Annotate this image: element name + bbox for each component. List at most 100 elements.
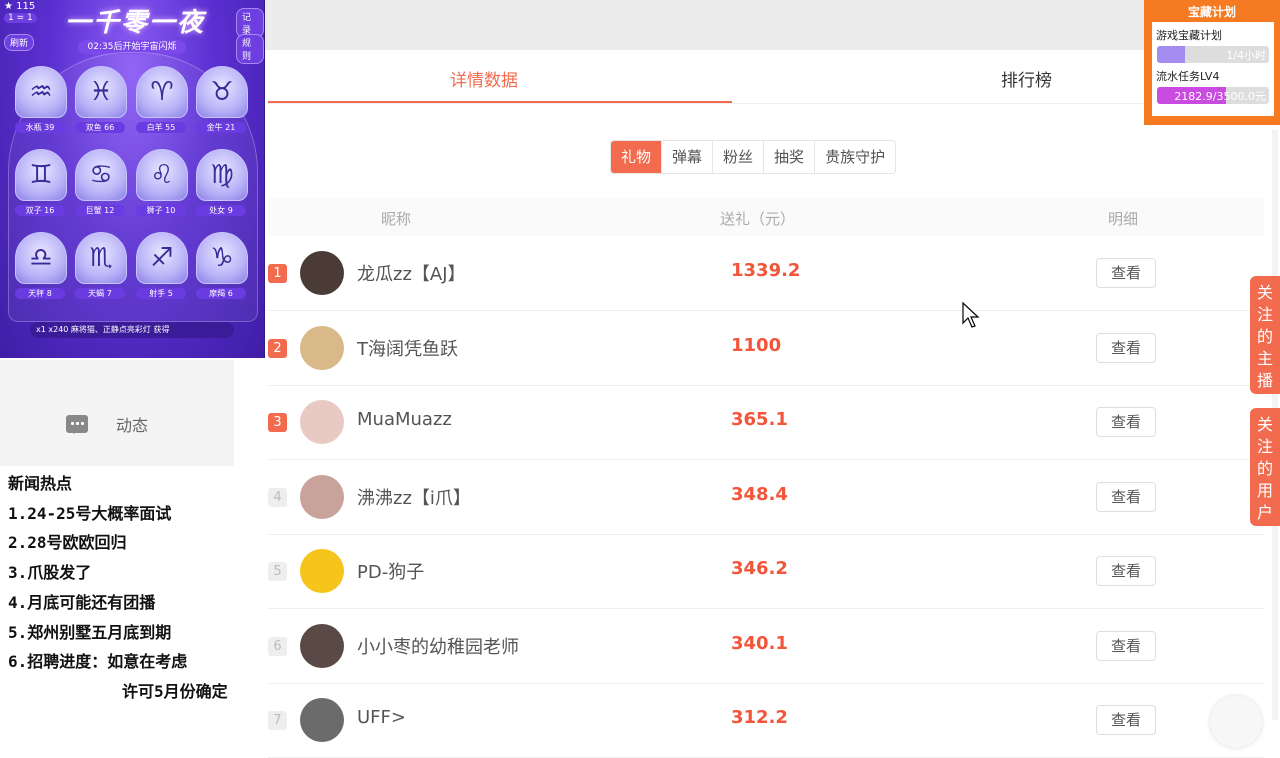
zodiac-item[interactable]: ♑ 摩羯 6 [196,232,248,302]
zodiac-label: 天蝎 7 [75,288,125,299]
top-strip [264,0,1150,50]
gift-amount: 312.2 [731,707,788,728]
scroll-top-button[interactable] [1210,696,1262,748]
zodiac-label: 摩羯 6 [196,288,246,299]
user-nickname[interactable]: 小小枣的幼稚园老师 [357,633,519,659]
user-nickname[interactable]: MuaMuazz [357,409,452,430]
promo-count: ★ 115 [4,1,36,12]
user-nickname[interactable]: UFF> [357,707,406,728]
zodiac-label: 狮子 10 [136,205,186,216]
zodiac-item[interactable]: ♐ 射手 5 [136,232,188,302]
avatar[interactable] [300,400,344,444]
zodiac-icon: ♍ [196,149,248,201]
gift-amount: 365.1 [731,409,788,430]
promo-banner[interactable]: ★ 115 1 = 1 一千零一夜 记录 刷新 规则 02:35后开始宇宙闪烁 … [0,0,265,358]
rank-badge: 3 [268,413,287,432]
tab-ranking[interactable]: 排行榜 [1001,66,1052,91]
avatar[interactable] [300,251,344,295]
rank-badge: 5 [268,562,287,581]
filter-danmaku[interactable]: 弹幕 [662,141,714,173]
followed-users-label: 关注的用户 [1256,415,1273,522]
table-row: 2 T海阔凭鱼跃 1100 查看 [268,311,1264,386]
zodiac-icon: ♒ [15,66,67,118]
zodiac-item[interactable]: ♎ 天秤 8 [15,232,67,302]
zodiac-icon: ♋ [75,149,127,201]
zodiac-icon: ♊ [15,149,67,201]
zodiac-icon: ♈ [136,66,188,118]
zodiac-icon: ♏ [75,232,127,284]
table-row: 7 UFF> 312.2 查看 [268,683,1264,758]
news-title: 新闻热点 [8,474,73,493]
table-row: 4 沸沸zz【i爪】 348.4 查看 [268,460,1264,535]
view-detail-button[interactable]: 查看 [1096,556,1156,586]
table-row: 5 PD-狗子 346.2 查看 [268,534,1264,609]
promo-rules-button[interactable]: 规则 [236,34,264,64]
followed-anchors-button[interactable]: 关注的主播 [1250,276,1280,394]
view-detail-button[interactable]: 查看 [1096,705,1156,735]
zodiac-item[interactable]: ♊ 双子 16 [15,149,67,219]
header-detail: 明细 [1108,210,1139,228]
gift-amount: 1339.2 [731,260,801,281]
followed-users-button[interactable]: 关注的用户 [1250,408,1280,526]
zodiac-item[interactable]: ♍ 处女 9 [196,149,248,219]
zodiac-icon: ♑ [196,232,248,284]
news-item: 6.招聘进度：如意在考虑 [8,652,188,671]
zodiac-label: 天秤 8 [15,288,65,299]
zodiac-icon: ♎ [15,232,67,284]
zodiac-label: 金牛 21 [196,122,246,133]
avatar[interactable] [300,474,344,519]
zodiac-icon: ♌ [136,149,188,201]
view-detail-button[interactable]: 查看 [1096,258,1156,288]
zodiac-item[interactable]: ♓ 双鱼 66 [75,66,127,136]
table-row: 1 龙瓜zz【AJ】 1339.2 查看 [268,236,1264,311]
zodiac-item[interactable]: ♋ 巨蟹 12 [75,149,127,219]
treasure-plan-panel[interactable]: 宝藏计划 游戏宝藏计划 1/4小时 流水任务LV4 2182.9/3500.0元 [1144,0,1280,125]
view-detail-button[interactable]: 查看 [1096,332,1156,363]
chat-bubble-icon [66,415,88,434]
avatar[interactable] [300,623,344,668]
filter-gift[interactable]: 礼物 [611,141,663,173]
promo-refresh-button[interactable]: 刷新 [4,34,35,51]
filter-lottery[interactable]: 抽奖 [764,141,816,173]
zodiac-item[interactable]: ♉ 金牛 21 [196,66,248,136]
filter-fans[interactable]: 粉丝 [713,141,765,173]
zodiac-item[interactable]: ♌ 狮子 10 [136,149,188,219]
rank-badge: 6 [268,636,287,656]
view-detail-button[interactable]: 查看 [1096,481,1156,512]
view-detail-button[interactable]: 查看 [1096,630,1156,661]
user-nickname[interactable]: 沸沸zz【i爪】 [357,484,471,510]
tab-divider [268,103,1150,104]
plan-task-progress: 2182.9/3500.0元 [1157,87,1269,104]
filter-noble-guard[interactable]: 贵族守护 [815,141,896,173]
news-item: 2.28号欧欧回归 [8,533,127,552]
news-item: 3.爪股发了 [8,563,92,582]
user-nickname[interactable]: 龙瓜zz【AJ】 [357,260,466,286]
zodiac-label: 射手 5 [136,288,186,299]
zodiac-item[interactable]: ♈ 白羊 55 [136,66,188,136]
plan-task-progress-text: 2182.9/3500.0元 [1174,90,1266,103]
avatar[interactable] [300,698,344,742]
feed-nav-item[interactable]: 动态 [66,412,148,436]
gift-amount: 340.1 [731,632,788,654]
zodiac-item[interactable]: ♏ 天蝎 7 [75,232,127,302]
user-nickname[interactable]: T海阔凭鱼跃 [357,335,458,361]
user-nickname[interactable]: PD-狗子 [357,558,424,584]
view-detail-button[interactable]: 查看 [1096,407,1156,437]
plan-task-label: 流水任务LV4 [1156,70,1220,83]
plan-task-label: 游戏宝藏计划 [1156,29,1222,42]
news-item: 5.郑州别墅五月底到期 [8,623,172,642]
news-item: 4.月底可能还有团播 [8,593,156,612]
avatar[interactable] [300,325,344,370]
zodiac-item[interactable]: ♒ 水瓶 39 [15,66,67,136]
promo-footer: x1 x240 麻将猫、正静点亮彩灯 获得 [30,322,234,338]
gift-amount: 346.2 [731,558,788,579]
table-row: 6 小小枣的幼稚园老师 340.1 查看 [268,609,1264,684]
plan-task-progress: 1/4小时 [1157,46,1269,63]
promo-title: 一千零一夜 [64,8,205,38]
avatar[interactable] [300,549,344,593]
news-item: 1.24-25号大概率面试 [8,504,172,523]
zodiac-label: 水瓶 39 [15,122,65,133]
tab-detail-data[interactable]: 详情数据 [450,66,518,91]
news-item: 许可5月份确定 [122,682,228,701]
plan-content: 游戏宝藏计划 1/4小时 流水任务LV4 2182.9/3500.0元 [1152,22,1274,116]
